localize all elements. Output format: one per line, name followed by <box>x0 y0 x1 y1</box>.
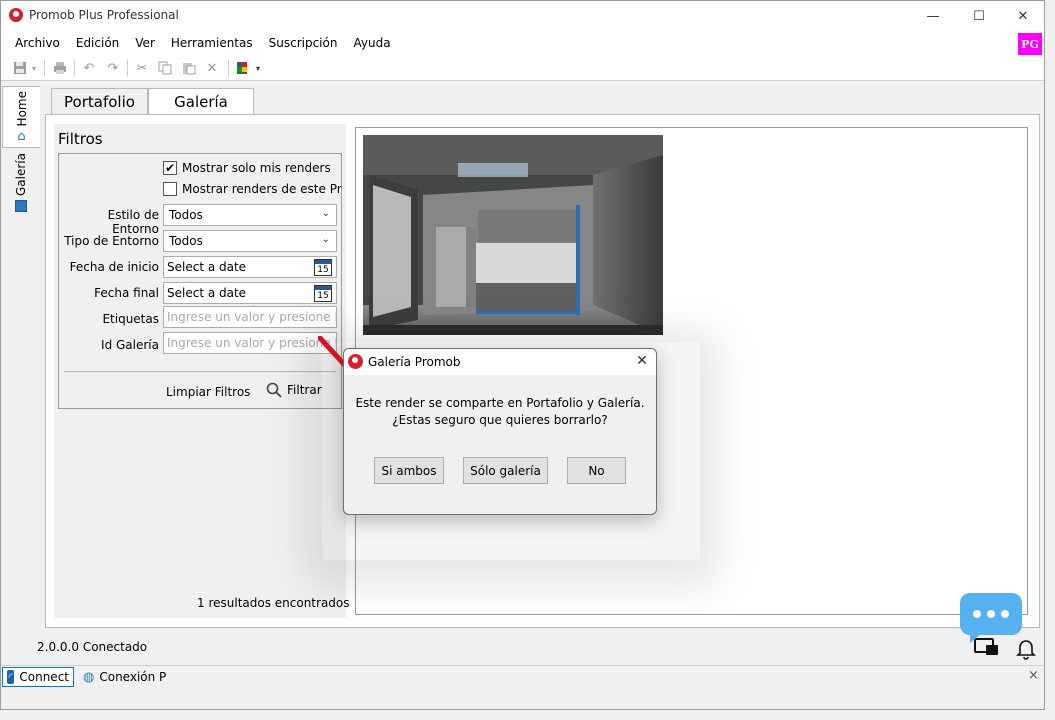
tab-portafolio[interactable]: Portafolio <box>51 88 148 115</box>
end-date-value: Select a date <box>167 286 247 300</box>
tags-label: Etiquetas <box>102 312 159 326</box>
cut-icon[interactable]: ✂ <box>133 59 151 77</box>
filter-button-label: Filtrar <box>287 383 322 397</box>
end-date-label: Fecha final <box>94 286 159 300</box>
dialog-message-line1: Este render se comparte en Portafolio y … <box>355 396 645 410</box>
menu-herramientas[interactable]: Herramientas <box>163 36 261 50</box>
filters-divider <box>64 371 336 372</box>
menu-archivo[interactable]: Archivo <box>7 36 68 50</box>
dialog-title: Galería Promob <box>368 355 461 369</box>
toolbar: ▾ ↶ ↷ ✂ ✕ ▾ <box>1 55 1044 81</box>
env-type-label: Tipo de Entorno <box>64 234 159 248</box>
render-thumbnail[interactable] <box>363 135 663 335</box>
promob-logo-icon <box>9 8 23 22</box>
user-avatar[interactable]: PG <box>1018 33 1042 55</box>
confirm-delete-dialog: Galería Promob ✕ Este render se comparte… <box>343 348 657 515</box>
color-palette-icon[interactable] <box>236 59 254 77</box>
menu-bar: Archivo Edición Ver Herramientas Suscrip… <box>1 31 1044 55</box>
tab-galeria[interactable]: Galería <box>148 88 254 116</box>
chat-dot <box>973 610 981 618</box>
side-tab-galeria-label: Galería <box>14 152 28 196</box>
dialog-message-line2: ¿Estas seguro que quieres borrarlo? <box>392 413 608 427</box>
maximize-button[interactable]: ☐ <box>956 1 1002 31</box>
only-mine-label: Mostrar solo mis renders <box>182 161 331 175</box>
connect-tab[interactable]: ◜ Connect <box>2 667 74 687</box>
gallery-id-input[interactable]: Ingrese un valor y presione la te <box>163 332 337 354</box>
close-button[interactable]: ✕ <box>1000 1 1046 31</box>
bottom-bar-close-button[interactable]: × <box>1028 668 1039 683</box>
gallery-id-label: Id Galería <box>101 338 159 352</box>
side-tab-home[interactable]: Home ⌂ <box>2 86 40 148</box>
conexion-tab[interactable]: ◍ Conexión P <box>79 667 170 687</box>
chat-support-bubble[interactable] <box>960 593 1022 643</box>
chat-dot <box>1001 610 1009 618</box>
delete-icon[interactable]: ✕ <box>203 59 221 77</box>
delete-both-button[interactable]: Si ambos <box>374 457 444 484</box>
toolbar-separator <box>228 60 229 76</box>
search-icon <box>266 382 282 398</box>
title-bar: Promob Plus Professional — ☐ ✕ <box>1 1 1044 31</box>
filter-button[interactable]: Filtrar <box>266 382 322 398</box>
clear-filters-button[interactable]: Limpiar Filtros <box>166 385 250 399</box>
version-text: 2.0.0.0 <box>37 640 79 654</box>
menu-suscripcion[interactable]: Suscripción <box>261 36 346 50</box>
save-icon[interactable] <box>11 59 29 77</box>
dialog-message: Este render se comparte en Portafolio y … <box>344 395 656 429</box>
filters-title: Filtros <box>58 130 103 148</box>
calendar-icon[interactable]: 15 <box>314 259 332 276</box>
dialog-title-bar: Galería Promob ✕ <box>344 349 656 375</box>
start-date-value: Select a date <box>167 260 247 274</box>
undo-icon[interactable]: ↶ <box>80 59 98 77</box>
save-dropdown-icon[interactable]: ▾ <box>29 59 39 77</box>
toolbar-separator <box>44 60 45 76</box>
promob-logo-icon <box>348 354 363 369</box>
env-style-label: Estilo de Entorno <box>107 208 159 236</box>
menu-ver[interactable]: Ver <box>127 36 163 50</box>
side-tab-home-label: Home <box>14 90 29 127</box>
start-date-label: Fecha de inicio <box>69 260 159 274</box>
toolbar-separator <box>74 60 75 76</box>
dialog-close-button[interactable]: ✕ <box>633 352 651 370</box>
connect-tab-label: Connect <box>19 670 69 684</box>
copy-icon[interactable] <box>156 59 174 77</box>
connection-status: Conectado <box>82 640 148 654</box>
redo-icon[interactable]: ↷ <box>104 59 122 77</box>
chevron-down-icon: ⌄ <box>321 234 330 245</box>
menu-ayuda[interactable]: Ayuda <box>345 36 398 50</box>
chevron-down-icon: ⌄ <box>321 208 330 219</box>
end-date-input[interactable]: Select a date 15 <box>163 282 337 304</box>
gallery-icon <box>15 199 27 212</box>
env-type-value: Todos <box>169 234 203 248</box>
palette-dropdown-icon[interactable]: ▾ <box>253 59 263 77</box>
env-style-select[interactable]: Todos ⌄ <box>163 204 337 226</box>
results-count: 1 resultados encontrados <box>197 596 350 610</box>
this-promob-label: Mostrar renders de este Prom <box>182 182 342 196</box>
paste-icon[interactable] <box>180 59 198 77</box>
gallery-only-button[interactable]: Sólo galería <box>463 457 548 484</box>
side-tab-galeria[interactable]: Galería <box>2 151 40 213</box>
side-tab-strip: Home ⌂ Galería <box>2 83 40 638</box>
menu-edicion[interactable]: Edición <box>68 36 127 50</box>
home-icon: ⌂ <box>17 129 26 145</box>
conexion-tab-label: Conexión P <box>99 670 167 684</box>
tags-input[interactable]: Ingrese un valor y presione la te <box>163 306 337 328</box>
print-icon[interactable] <box>51 59 69 77</box>
calendar-icon[interactable]: 15 <box>314 285 332 302</box>
globe-icon: ◍ <box>83 669 95 685</box>
rss-icon: ◜ <box>7 670 15 684</box>
env-style-value: Todos <box>169 208 203 222</box>
bell-icon[interactable] <box>1016 638 1036 663</box>
this-promob-checkbox[interactable] <box>163 182 177 196</box>
only-mine-checkbox[interactable]: ✔ <box>163 161 177 175</box>
toolbar-separator <box>127 60 128 76</box>
env-type-select[interactable]: Todos ⌄ <box>163 230 337 252</box>
window-title: Promob Plus Professional <box>29 8 179 22</box>
start-date-input[interactable]: Select a date 15 <box>163 256 337 278</box>
chat-dot <box>987 610 995 618</box>
no-button[interactable]: No <box>567 457 626 484</box>
status-bar: 2.0.0.0 Conectado <box>37 640 147 654</box>
minimize-button[interactable]: — <box>910 1 956 31</box>
